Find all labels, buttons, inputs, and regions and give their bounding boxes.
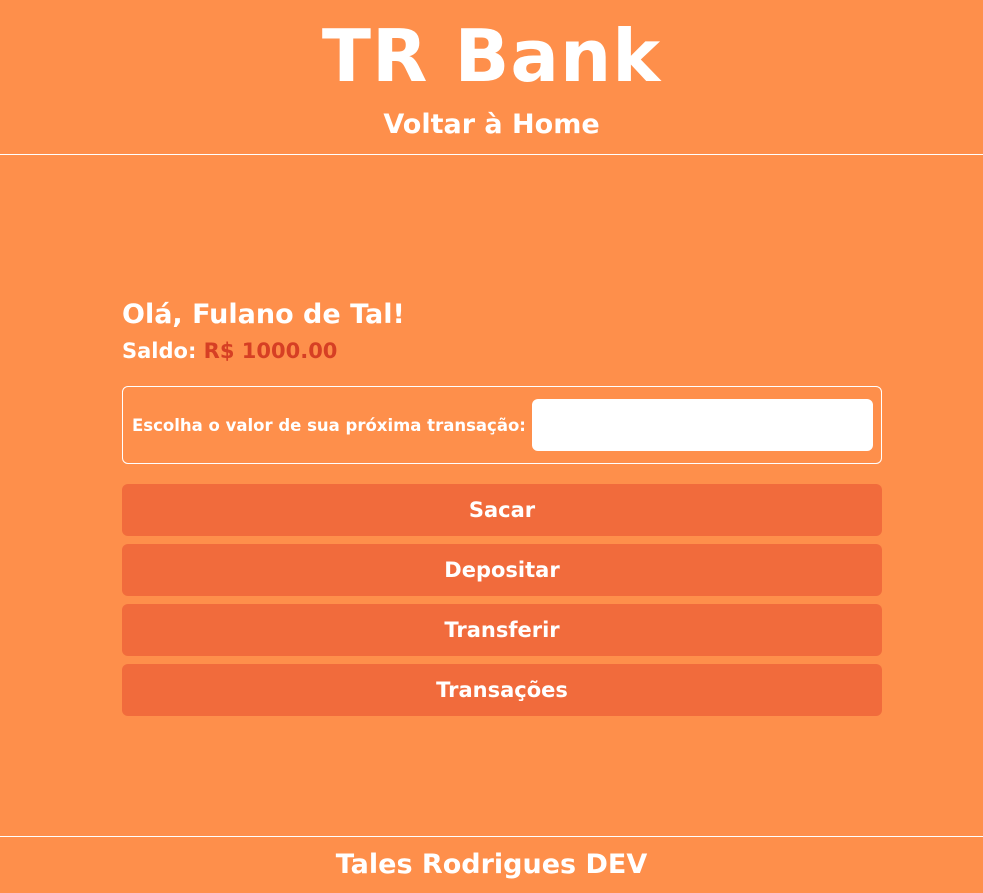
action-buttons: Sacar Depositar Transferir Transações xyxy=(122,484,882,716)
balance-label: Saldo: xyxy=(122,339,197,363)
transaction-amount-input[interactable] xyxy=(531,399,873,451)
brand-title: TR Bank xyxy=(321,14,662,98)
account-panel: Olá, Fulano de Tal! Saldo: R$ 1000.00 Es… xyxy=(122,296,882,724)
site-header: TR Bank Voltar à Home xyxy=(0,0,983,155)
balance-line: Saldo: R$ 1000.00 xyxy=(122,336,882,366)
withdraw-button[interactable]: Sacar xyxy=(122,484,882,536)
transfer-button[interactable]: Transferir xyxy=(122,604,882,656)
transactions-button[interactable]: Transações xyxy=(122,664,882,716)
transaction-amount-label: Escolha o valor de sua próxima transação… xyxy=(132,415,526,435)
transaction-amount-form: Escolha o valor de sua próxima transação… xyxy=(122,386,882,464)
greeting-heading: Olá, Fulano de Tal! xyxy=(122,299,405,330)
home-link[interactable]: Voltar à Home xyxy=(383,108,599,142)
deposit-button[interactable]: Depositar xyxy=(122,544,882,596)
footer-credit: Tales Rodrigues DEV xyxy=(335,849,648,880)
site-footer: Tales Rodrigues DEV xyxy=(0,836,983,892)
balance-value: R$ 1000.00 xyxy=(203,339,338,363)
